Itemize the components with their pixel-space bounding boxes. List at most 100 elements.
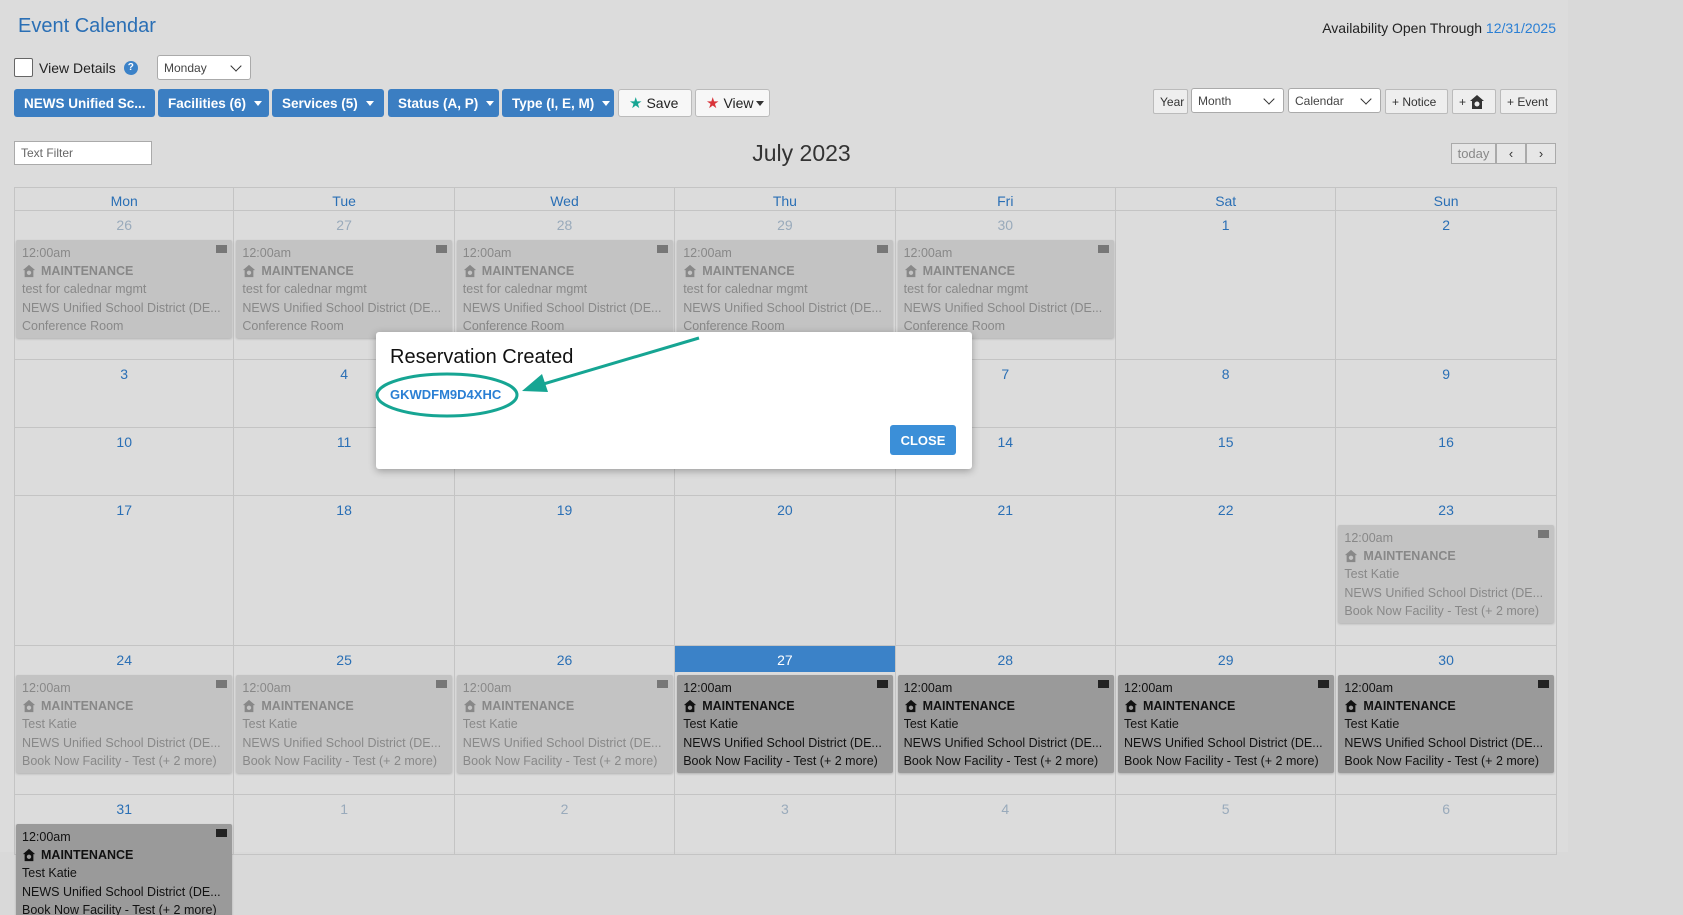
day-number[interactable]: 31 bbox=[15, 801, 233, 817]
day-number[interactable]: 5 bbox=[1116, 801, 1335, 817]
calendar-select[interactable]: Calendar bbox=[1288, 88, 1381, 113]
day-cell[interactable]: 22 bbox=[1116, 496, 1337, 646]
day-cell[interactable]: 10 bbox=[14, 428, 235, 496]
help-icon[interactable]: ? bbox=[123, 60, 138, 75]
day-number[interactable]: 1 bbox=[1116, 217, 1335, 233]
calendar-event[interactable]: 12:00am MAINTENANCE Test Katie NEWS Unified… bbox=[1338, 525, 1555, 623]
day-number[interactable]: 9 bbox=[1336, 366, 1555, 382]
calendar-event[interactable]: 12:00am MAINTENANCE test for calednar mgmt… bbox=[897, 240, 1114, 338]
close-button[interactable]: CLOSE bbox=[890, 425, 956, 455]
envelope-icon[interactable] bbox=[1538, 530, 1550, 538]
day-number[interactable]: 1 bbox=[234, 801, 453, 817]
view-button[interactable]: ★ View bbox=[695, 89, 770, 117]
day-cell[interactable]: 3 bbox=[675, 795, 896, 855]
day-cell[interactable]: 4 bbox=[895, 795, 1116, 855]
calendar-event[interactable]: 12:00am MAINTENANCE Test Katie NEWS Unified… bbox=[236, 675, 453, 773]
day-cell[interactable]: 1 bbox=[1116, 211, 1337, 360]
day-number[interactable]: 10 bbox=[15, 434, 233, 450]
calendar-event[interactable]: 12:00am MAINTENANCE Test Katie NEWS Unified… bbox=[1338, 675, 1555, 773]
day-number[interactable]: 3 bbox=[15, 366, 233, 382]
day-number[interactable]: 24 bbox=[15, 652, 233, 668]
envelope-icon[interactable] bbox=[216, 245, 227, 253]
year-button[interactable]: Year bbox=[1153, 89, 1188, 114]
day-cell[interactable]: 6 bbox=[1336, 795, 1557, 855]
day-cell[interactable]: 17 bbox=[14, 496, 235, 646]
week-start-select[interactable]: Monday bbox=[157, 55, 251, 80]
day-cell[interactable]: 5 bbox=[1116, 795, 1337, 855]
day-number[interactable]: 28 bbox=[896, 652, 1115, 668]
calendar-event[interactable]: 12:00am MAINTENANCE Test Katie NEWS Unified… bbox=[16, 824, 232, 915]
availability-date[interactable]: 12/31/2025 bbox=[1486, 20, 1556, 36]
day-cell[interactable]: 8 bbox=[1116, 360, 1337, 428]
day-number[interactable]: 22 bbox=[1116, 502, 1335, 518]
day-number[interactable]: 23 bbox=[1336, 502, 1555, 518]
envelope-icon[interactable] bbox=[877, 680, 889, 688]
envelope-icon[interactable] bbox=[216, 829, 227, 837]
filter-status-button[interactable]: Status (A, P) bbox=[388, 89, 499, 117]
calendar-event[interactable]: 12:00am MAINTENANCE Test Katie NEWS Unified… bbox=[16, 675, 232, 773]
today-button[interactable]: today bbox=[1451, 143, 1496, 164]
add-notice-button[interactable]: + Notice bbox=[1385, 89, 1448, 114]
add-maintenance-button[interactable]: + bbox=[1452, 89, 1496, 114]
day-number[interactable]: 27 bbox=[675, 652, 894, 668]
day-cell[interactable]: 2 bbox=[1336, 211, 1557, 360]
day-number[interactable]: 19 bbox=[455, 502, 674, 518]
day-number[interactable]: 20 bbox=[675, 502, 894, 518]
calendar-event[interactable]: 12:00am MAINTENANCE test for calednar mgmt… bbox=[16, 240, 232, 338]
day-cell[interactable]: 9 bbox=[1336, 360, 1557, 428]
filter-organization-button[interactable]: NEWS Unified Sc... bbox=[14, 89, 155, 117]
day-cell[interactable]: 20 bbox=[675, 496, 896, 646]
save-button[interactable]: ★ Save bbox=[618, 89, 692, 117]
day-cell[interactable]: 2 bbox=[454, 795, 676, 855]
calendar-event[interactable]: 12:00am MAINTENANCE test for calednar mgmt… bbox=[677, 240, 894, 338]
reservation-code-link[interactable]: GKWDFM9D4XHC bbox=[390, 387, 501, 402]
view-details-checkbox[interactable] bbox=[14, 58, 33, 77]
add-event-button[interactable]: + Event bbox=[1500, 89, 1557, 114]
day-number[interactable]: 28 bbox=[455, 217, 674, 233]
day-number[interactable]: 29 bbox=[1116, 652, 1335, 668]
calendar-event[interactable]: 12:00am MAINTENANCE Test Katie NEWS Unified… bbox=[677, 675, 894, 773]
day-cell[interactable]: 19 bbox=[454, 496, 676, 646]
prev-month-button[interactable]: ‹ bbox=[1496, 143, 1526, 164]
filter-facilities-button[interactable]: Facilities (6) bbox=[158, 89, 269, 117]
day-number[interactable]: 30 bbox=[1336, 652, 1555, 668]
day-number[interactable]: 2 bbox=[1336, 217, 1555, 233]
day-number[interactable]: 15 bbox=[1116, 434, 1335, 450]
calendar-event[interactable]: 12:00am MAINTENANCE Test Katie NEWS Unified… bbox=[897, 675, 1114, 773]
day-number[interactable]: 6 bbox=[1336, 801, 1555, 817]
day-number[interactable]: 26 bbox=[15, 217, 233, 233]
day-cell[interactable]: 15 bbox=[1116, 428, 1337, 496]
day-number[interactable]: 29 bbox=[675, 217, 894, 233]
calendar-event[interactable]: 12:00am MAINTENANCE test for calednar mgmt… bbox=[456, 240, 673, 338]
day-number[interactable]: 30 bbox=[896, 217, 1115, 233]
envelope-icon[interactable] bbox=[436, 245, 448, 253]
envelope-icon[interactable] bbox=[1318, 680, 1329, 688]
envelope-icon[interactable] bbox=[216, 680, 227, 688]
envelope-icon[interactable] bbox=[656, 245, 668, 253]
day-cell[interactable]: 21 bbox=[895, 496, 1116, 646]
month-select[interactable]: Month bbox=[1191, 88, 1284, 113]
day-cell[interactable]: 1 bbox=[234, 795, 455, 855]
envelope-icon[interactable] bbox=[1538, 680, 1550, 688]
day-cell[interactable]: 3 bbox=[14, 360, 235, 428]
envelope-icon[interactable] bbox=[1097, 680, 1109, 688]
calendar-event[interactable]: 12:00am MAINTENANCE Test Katie NEWS Unified… bbox=[1118, 675, 1334, 773]
day-number[interactable]: 26 bbox=[455, 652, 674, 668]
day-number[interactable]: 16 bbox=[1336, 434, 1555, 450]
filter-type-button[interactable]: Type (I, E, M) bbox=[502, 89, 614, 117]
envelope-icon[interactable] bbox=[656, 680, 668, 688]
day-cell[interactable]: 16 bbox=[1336, 428, 1557, 496]
envelope-icon[interactable] bbox=[1097, 245, 1109, 253]
calendar-event[interactable]: 12:00am MAINTENANCE test for calednar mgmt… bbox=[236, 240, 453, 338]
day-number[interactable]: 25 bbox=[234, 652, 453, 668]
next-month-button[interactable]: › bbox=[1526, 143, 1556, 164]
filter-services-button[interactable]: Services (5) bbox=[272, 89, 384, 117]
day-number[interactable]: 17 bbox=[15, 502, 233, 518]
day-number[interactable]: 4 bbox=[896, 801, 1115, 817]
day-number[interactable]: 21 bbox=[896, 502, 1115, 518]
envelope-icon[interactable] bbox=[436, 680, 448, 688]
calendar-event[interactable]: 12:00am MAINTENANCE Test Katie NEWS Unified… bbox=[456, 675, 673, 773]
day-number[interactable]: 27 bbox=[234, 217, 453, 233]
day-number[interactable]: 8 bbox=[1116, 366, 1335, 382]
day-cell[interactable]: 18 bbox=[234, 496, 455, 646]
